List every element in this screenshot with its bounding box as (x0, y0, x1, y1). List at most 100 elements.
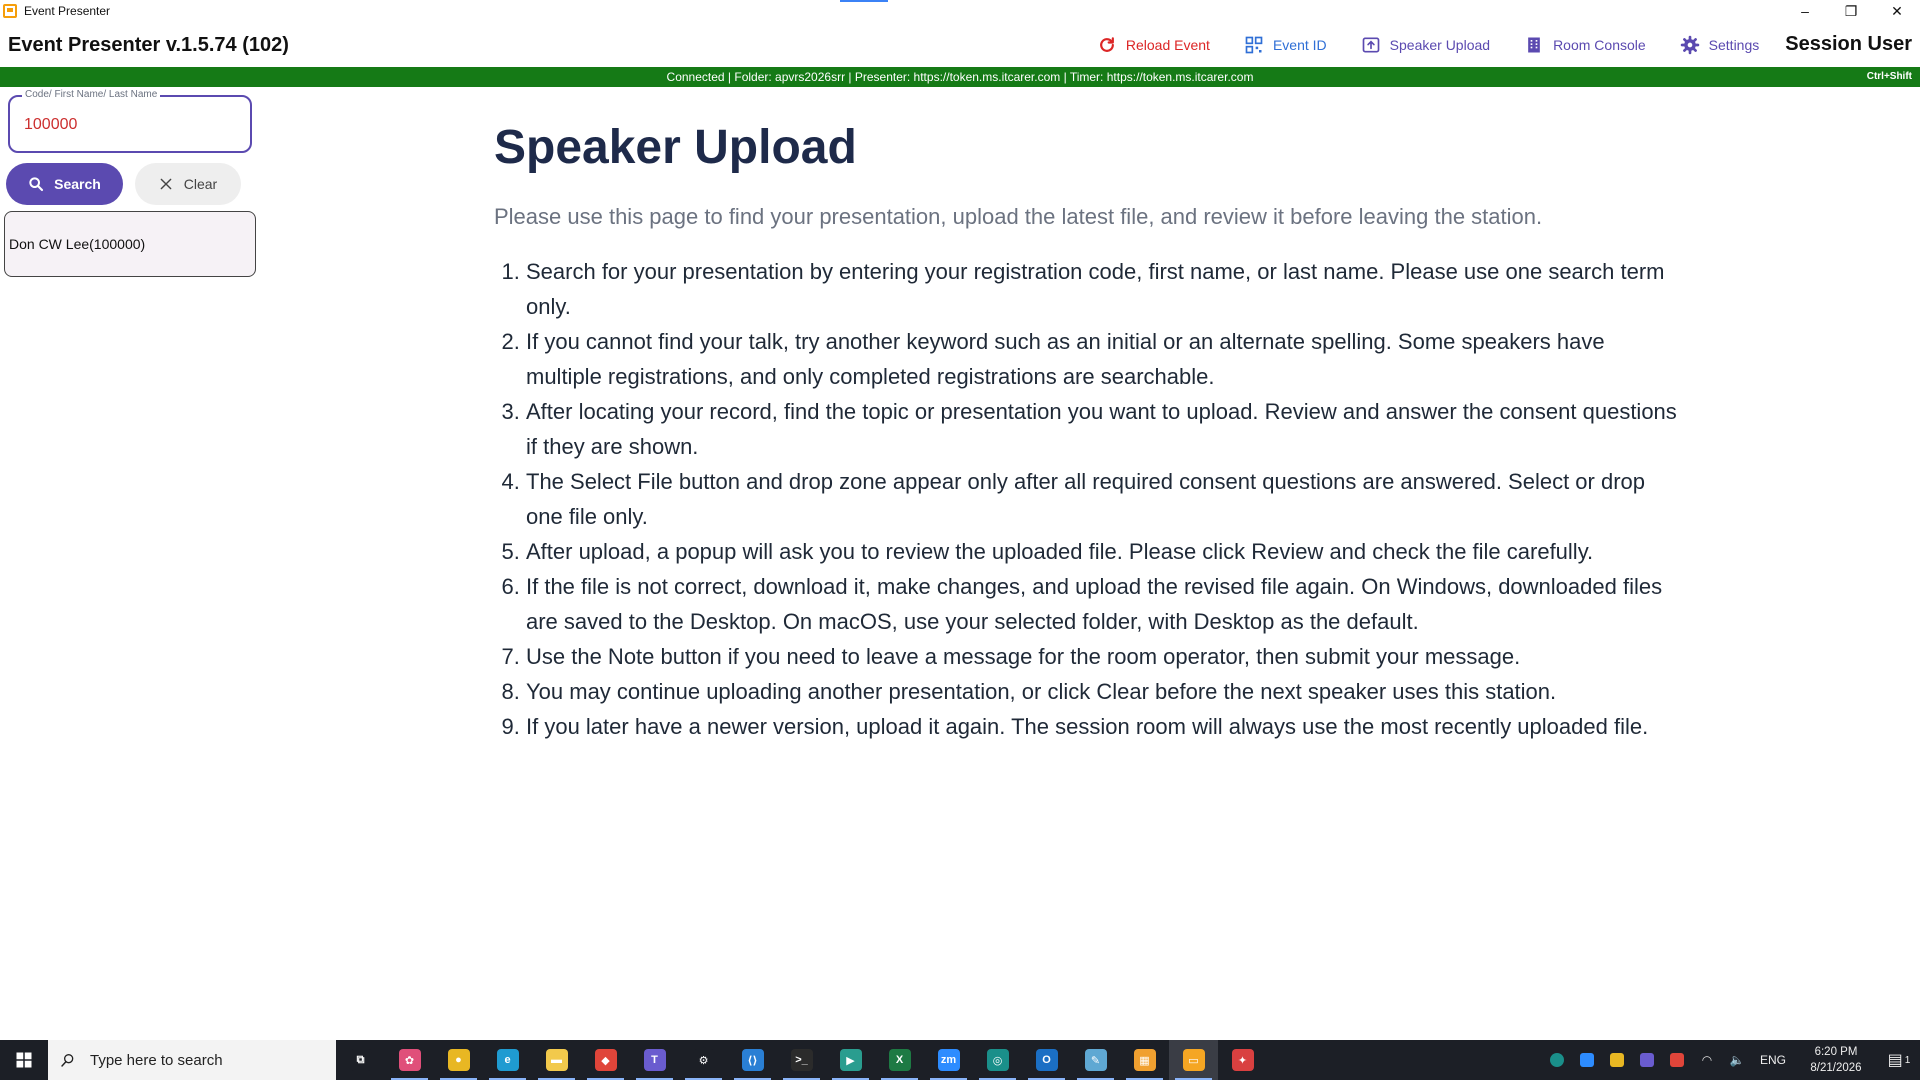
instruction-step: Search for your presentation by entering… (526, 254, 1684, 324)
event-presenter-alt-taskbar-button[interactable]: ▦ (1120, 1040, 1169, 1080)
maximize-button[interactable]: ❐ (1828, 0, 1874, 22)
remote-icon: ▶ (839, 1049, 862, 1071)
search-icon (61, 1054, 74, 1067)
task-view-taskbar-button[interactable]: ⧉ (336, 1040, 385, 1080)
task-view-icon: ⧉ (349, 1049, 372, 1071)
building-icon (1528, 37, 1540, 52)
edge-taskbar-button[interactable]: e (483, 1040, 532, 1080)
shortcut-hint: Ctrl+Shift (1866, 71, 1912, 82)
paint-taskbar-button[interactable]: ✿ (385, 1040, 434, 1080)
zoom-taskbar-button[interactable]: zm (924, 1040, 973, 1080)
close-icon (160, 178, 172, 190)
instruction-step: If you later have a newer version, uploa… (526, 709, 1684, 744)
reload-event-button[interactable]: Reload Event (1097, 35, 1210, 55)
app-circle-taskbar-button[interactable]: ◎ (973, 1040, 1022, 1080)
page-subtitle: Please use this page to find your presen… (494, 204, 1543, 229)
search-input[interactable] (24, 113, 234, 137)
start-button[interactable] (0, 1040, 48, 1080)
event-presenter-icon: ▭ (1182, 1049, 1205, 1071)
clock-time: 6:20 PM (1814, 1046, 1858, 1058)
instruction-step: If you cannot find your talk, try anothe… (526, 324, 1684, 394)
taskbar-search-placeholder: Type here to search (90, 1051, 223, 1069)
tray-app-icon[interactable] (1542, 1040, 1572, 1080)
reload-event-label: Reload Event (1125, 36, 1210, 53)
window-controls: – ❐ ✕ (1782, 0, 1920, 22)
search-icon (29, 177, 44, 192)
instruction-list: Search for your presentation by entering… (494, 254, 1684, 744)
app-title: Event Presenter v.1.5.74 (102) (8, 34, 289, 56)
file-explorer-taskbar-button[interactable]: ▬ (532, 1040, 581, 1080)
outlook-taskbar-button[interactable]: O (1022, 1040, 1071, 1080)
settings-label: Settings (1708, 36, 1760, 53)
instruction-step: After locating your record, find the top… (526, 394, 1684, 464)
notification-count: 1 (1904, 1054, 1911, 1066)
notepad-taskbar-button[interactable]: ✎ (1071, 1040, 1120, 1080)
app-header: Event Presenter v.1.5.74 (102) Reload Ev… (0, 22, 1920, 67)
terminal-taskbar-button[interactable]: >_ (777, 1040, 826, 1080)
notepad-icon: ✎ (1084, 1049, 1107, 1071)
search-button-label: Search (54, 176, 101, 192)
remote-taskbar-button[interactable]: ▶ (826, 1040, 875, 1080)
session-user-label[interactable]: Session User (1785, 33, 1912, 56)
language-indicator[interactable]: ENG (1752, 1053, 1794, 1067)
clock-date: 8/21/2026 (1810, 1062, 1862, 1074)
event-presenter-taskbar-button[interactable]: ▭ (1169, 1040, 1218, 1080)
main-content: Speaker Upload Please use this page to f… (494, 118, 1684, 744)
room-console-button[interactable]: Room Console (1524, 35, 1646, 55)
room-console-label: Room Console (1553, 36, 1646, 53)
windows-logo-icon (16, 1052, 32, 1068)
tray-network-app-icon[interactable] (1632, 1040, 1662, 1080)
minimize-button[interactable]: – (1782, 0, 1828, 22)
close-button[interactable]: ✕ (1874, 0, 1920, 22)
excel-taskbar-button[interactable]: X (875, 1040, 924, 1080)
reload-icon (1099, 36, 1114, 52)
event-id-button[interactable]: Event ID (1244, 35, 1327, 55)
window-titlebar: Event Presenter – ❐ ✕ (0, 0, 1920, 22)
speaker-upload-label: Speaker Upload (1389, 36, 1491, 53)
search-button[interactable]: Search (6, 163, 123, 205)
notification-center-button[interactable]: ▤ 1 (1878, 1040, 1920, 1080)
instruction-step: Use the Note button if you need to leave… (526, 639, 1684, 674)
page-title: Speaker Upload (494, 121, 857, 174)
terminal-icon: >_ (790, 1049, 813, 1071)
instruction-step: You may continue uploading another prese… (526, 674, 1684, 709)
tray-anydesk-icon[interactable] (1662, 1040, 1692, 1080)
os-taskbar: Type here to search ⧉ ✿ ● e ▬ ◆ T ⚙ ⟨⟩ >_ ▶ Xzm ◎ O ✎ ▦… (0, 1040, 1920, 1080)
pin-taskbar-button[interactable]: ✦ (1218, 1040, 1267, 1080)
settings-button[interactable]: Settings (1680, 35, 1760, 55)
instruction-step: If the file is not correct, download it,… (526, 569, 1684, 639)
app-logo-icon (3, 4, 17, 18)
edge-icon: e (496, 1049, 519, 1071)
chrome-taskbar-button[interactable]: ● (434, 1040, 483, 1080)
paint-icon: ✿ (398, 1049, 421, 1071)
teams-taskbar-button[interactable]: T (630, 1040, 679, 1080)
clear-button[interactable]: Clear (135, 163, 241, 205)
anydesk-taskbar-button[interactable]: ◆ (581, 1040, 630, 1080)
taskbar-clock[interactable]: 6:20 PM 8/21/2026 (1794, 1044, 1878, 1076)
pin-icon: ✦ (1231, 1049, 1254, 1071)
clear-button-label: Clear (183, 176, 218, 192)
tray-security-icon[interactable] (1602, 1040, 1632, 1080)
wifi-icon[interactable]: ◠ (1692, 1040, 1722, 1080)
instruction-step: The Select File button and drop zone app… (526, 464, 1684, 534)
settings-taskbar-button[interactable]: ⚙ (679, 1040, 728, 1080)
excel-icon: X (888, 1049, 911, 1071)
vscode-taskbar-button[interactable]: ⟨⟩ (728, 1040, 777, 1080)
outlook-icon: O (1035, 1049, 1058, 1071)
taskbar-search-box[interactable]: Type here to search (48, 1040, 336, 1080)
search-field[interactable]: Code/ First Name/ Last Name (8, 89, 252, 153)
tray-sync-icon[interactable] (1572, 1040, 1602, 1080)
event-presenter-alt-icon: ▦ (1133, 1049, 1156, 1071)
volume-muted-icon[interactable]: 🔈 (1722, 1040, 1752, 1080)
teams-icon: T (643, 1049, 666, 1071)
window-title: Event Presenter (24, 4, 111, 18)
event-id-label: Event ID (1272, 36, 1327, 53)
search-result-item[interactable]: Don CW Lee(100000) (4, 211, 256, 277)
gear-icon (1680, 35, 1699, 54)
chrome-icon: ● (447, 1049, 470, 1071)
speaker-upload-button[interactable]: Speaker Upload (1361, 35, 1490, 55)
anydesk-icon: ◆ (594, 1049, 617, 1071)
app-window: Event Presenter – ❐ ✕ Event Presenter v.… (0, 0, 1920, 1080)
settings-icon: ⚙ (692, 1049, 715, 1071)
upload-icon (1362, 37, 1379, 52)
